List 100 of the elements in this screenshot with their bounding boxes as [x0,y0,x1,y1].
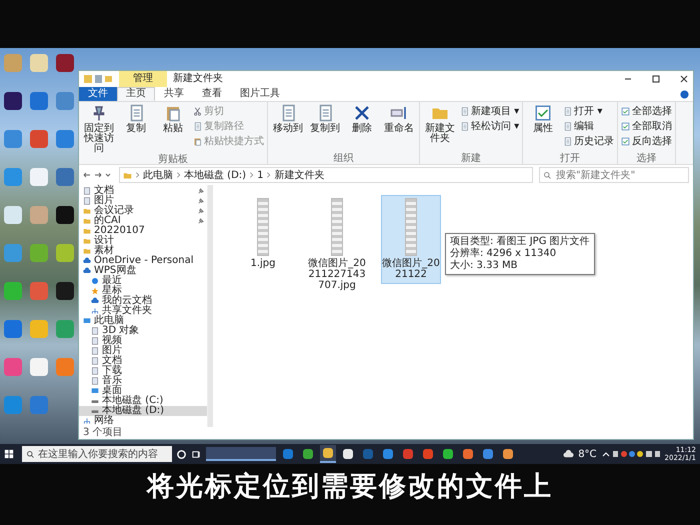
ribbon-button[interactable]: 历史记录 [562,134,616,149]
navigation-arrows-icon[interactable] [83,170,113,180]
task-view-icon[interactable] [191,448,202,460]
folder-icon [123,170,132,180]
tooltip-line: 大小: 3.33 MB [450,260,518,272]
clock-icon [91,277,99,285]
tree-item[interactable]: 共享文件夹 [79,306,207,316]
checkbox-icon [534,104,552,122]
ribbon-button[interactable]: 编辑 [562,119,616,134]
ribbon-button[interactable]: 新建文件夹 [422,104,458,144]
chevron-icon [135,171,140,179]
tree-item[interactable]: 下载 [79,366,207,376]
cortana-icon[interactable] [176,448,187,460]
app-icon[interactable] [56,282,74,300]
ribbon-button[interactable]: 轻松访问 ▾ [459,119,520,134]
tree-item[interactable]: 20220107 [79,226,207,236]
quick-access-icon[interactable] [83,74,113,84]
ribbon-button[interactable]: 移动到 [270,104,306,134]
tree-item[interactable]: 网络 [79,416,207,426]
tree-item[interactable]: 素材 [79,246,207,256]
running-app-preview[interactable] [206,447,276,461]
ribbon-button[interactable]: 复制到 [307,104,343,134]
tree-item[interactable]: 视频 [79,336,207,346]
ribbon-button[interactable]: 打开 ▾ [562,104,616,119]
temperature: 8°C [578,448,597,460]
close-icon[interactable] [679,74,689,84]
breadcrumb[interactable]: 新建文件夹 [274,168,324,182]
tooltip-line: 项目类型: 看图王 JPG 图片文件 [450,236,590,248]
address-bar[interactable]: 此电脑 本地磁盘 (D:) 1 新建文件夹 [119,167,533,183]
tree-item[interactable]: OneDrive - Personal [79,256,207,266]
network-icon [83,417,91,425]
tree-item[interactable]: 我的云文档 [79,296,207,306]
document-icon [563,122,572,131]
ribbon-group-label: 打开 [559,153,582,164]
ribbon-tab[interactable]: 共享 [155,87,193,101]
ribbon-button[interactable]: 全部取消 [620,119,674,134]
ribbon-button[interactable]: 全部选择 [620,104,674,119]
tree-item[interactable]: 图片 [79,346,207,356]
chevron-icon [266,171,272,179]
ribbon-tab[interactable]: 主页 [117,87,155,101]
network-icon [91,307,99,315]
tree-item[interactable]: 图片 [79,196,207,206]
breadcrumb[interactable]: 1 [257,170,264,180]
app-icon[interactable] [4,92,22,110]
search-field[interactable]: 搜索"新建文件夹" [539,167,689,183]
file-item[interactable]: 1.jpg [233,195,293,273]
tree-item[interactable]: 的CAI [79,216,207,226]
tree-item[interactable]: 文档 [79,356,207,366]
search-icon [543,171,552,180]
taskbar-search-field[interactable]: 在这里输入你要搜索的内容 [22,446,172,462]
ribbon-tab[interactable]: 图片工具 [231,87,289,101]
chevron-icon [249,171,254,179]
windows-start-icon[interactable] [4,449,14,459]
tree-item[interactable]: 桌面 [79,386,207,396]
tooltip-line: 分辨率: 4296 x 11340 [450,248,558,260]
tree-item[interactable]: 音乐 [79,376,207,386]
tree-item[interactable]: 设计 [79,236,207,246]
ribbon-button[interactable]: 新建项目 ▾ [459,104,520,119]
document-icon [563,107,572,116]
ribbon-group-label: 选择 [636,153,658,164]
ribbon-button[interactable]: 重命名 [381,104,417,134]
checkbox-icon [621,122,630,131]
breadcrumb[interactable]: 此电脑 [143,168,173,182]
tree-item[interactable]: 3D 对象 [79,326,207,336]
document-icon [460,107,469,116]
tree-item[interactable]: 星标 [79,286,207,296]
cloud-icon [91,297,99,305]
file-item[interactable]: 微信图片_2021122 [381,195,441,284]
ribbon-button[interactable]: 复制 [118,104,154,134]
star-icon [91,287,99,295]
tree-item[interactable]: 本地磁盘 (D:) [79,406,207,416]
maximize-icon[interactable] [651,74,661,84]
delete-icon [353,104,371,122]
tree-item[interactable]: WPS网盘 [79,266,207,276]
scrollbar[interactable] [207,185,213,427]
window-title: 新建文件夹 [173,72,223,86]
ribbon-button[interactable]: 删除 [344,104,380,134]
ribbon-tab[interactable]: 查看 [193,87,231,101]
ribbon-tab[interactable]: 文件 [79,87,117,101]
checkbox-icon [621,137,630,146]
app-icon[interactable] [56,206,74,224]
tree-item[interactable]: 最近 [79,276,207,286]
subtitle-caption: 将光标定位到需要修改的文件上 [147,470,553,504]
file-item[interactable]: 微信图片_20211227143707.jpg [307,195,367,295]
chevron-icon [176,171,181,179]
rename-icon [390,104,408,122]
ribbon-button[interactable]: 反向选择 [620,134,674,149]
tree-item[interactable]: 文档 [79,186,207,196]
image-thumbnail [405,198,417,256]
ribbon-button[interactable]: 固定到快速访问 [81,104,117,154]
tree-item[interactable]: 此电脑 [79,316,207,326]
help-icon[interactable] [680,90,689,98]
breadcrumb[interactable]: 本地磁盘 (D:) [184,168,246,182]
document-icon [460,122,469,131]
tree-item[interactable]: 会议记录 [79,206,207,216]
ribbon-button[interactable]: 属性 [525,104,562,134]
tree-item[interactable]: 本地磁盘 (C:) [79,396,207,406]
app-icon[interactable] [56,54,74,72]
ribbon-button[interactable]: 粘贴 [155,104,191,134]
system-tray-icons[interactable] [600,449,661,459]
